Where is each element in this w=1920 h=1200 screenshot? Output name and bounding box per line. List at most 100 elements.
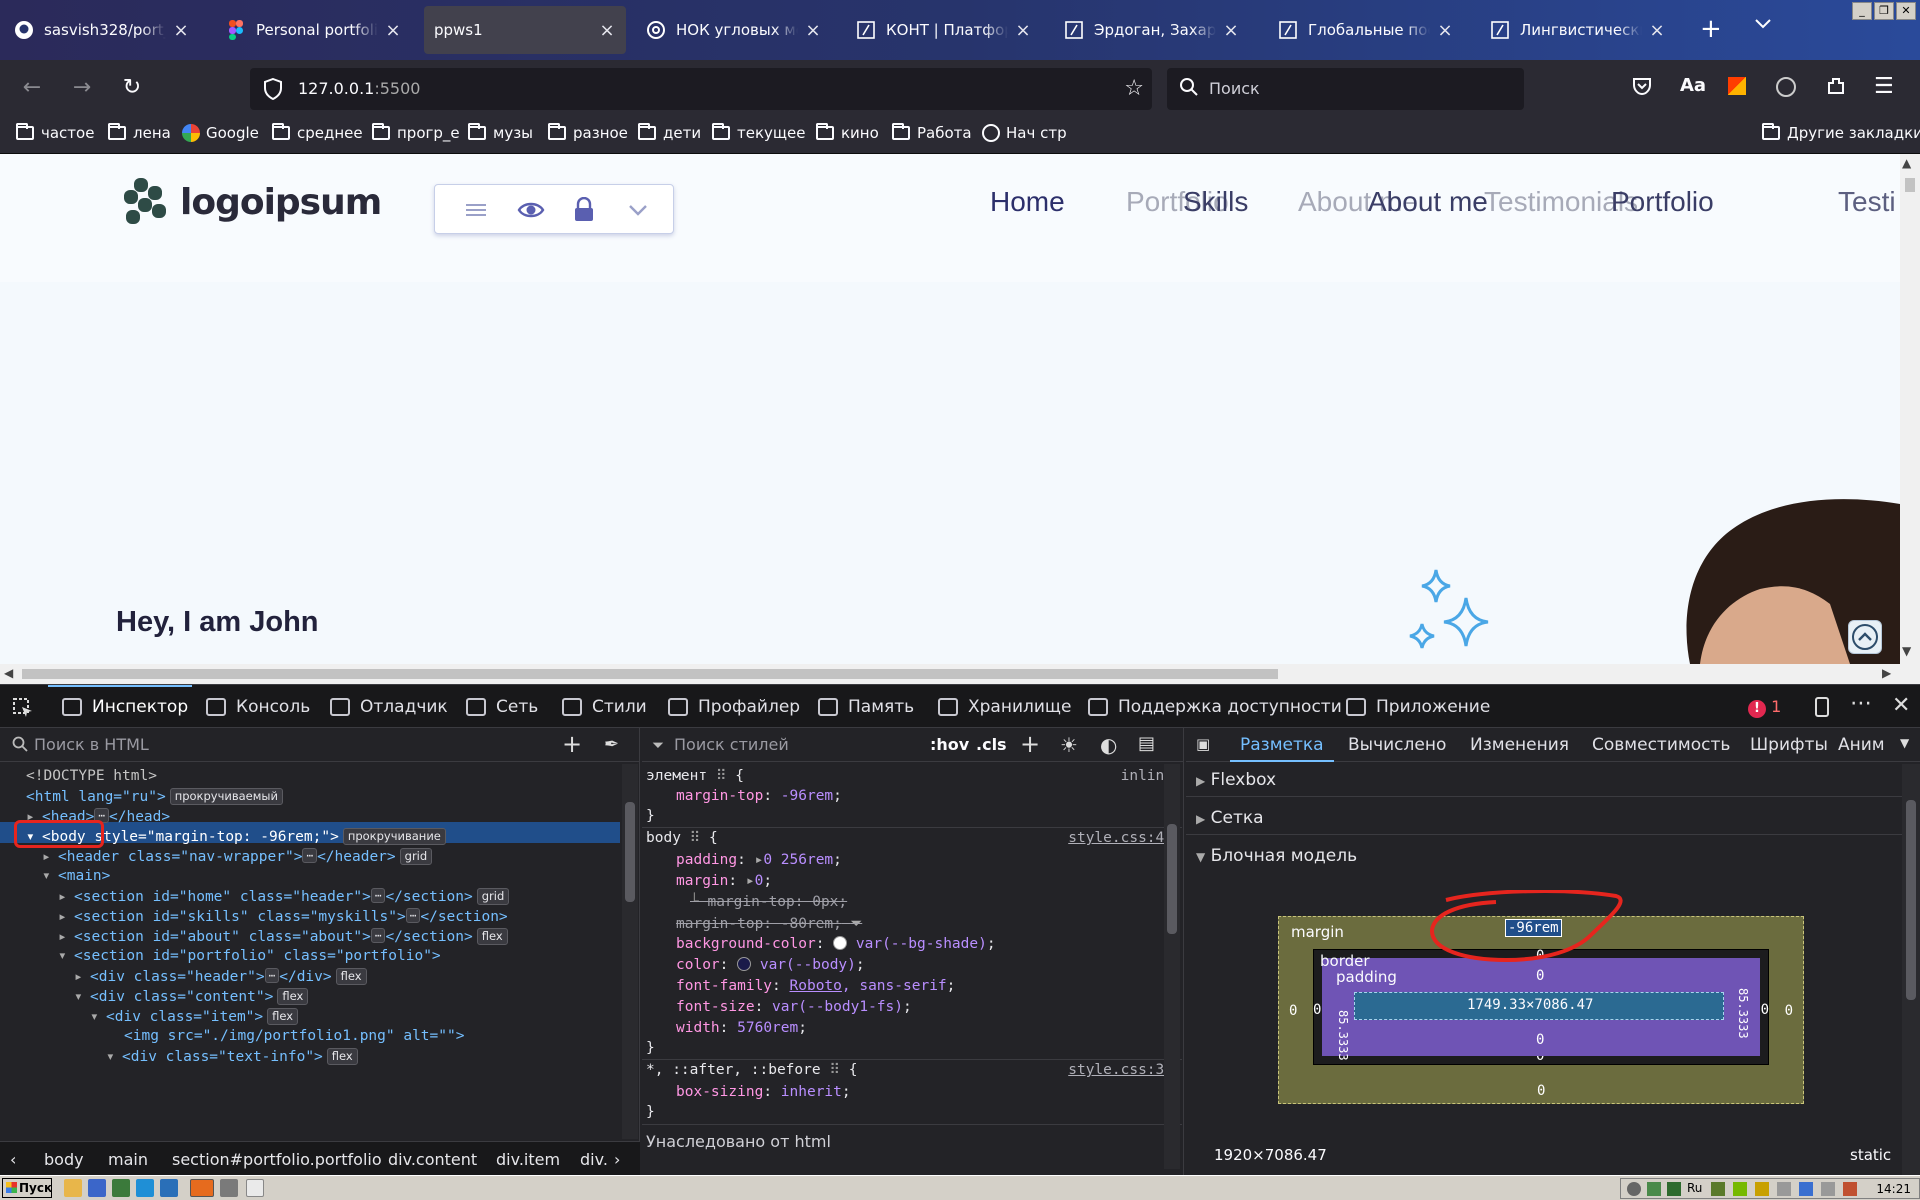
close-tab-icon[interactable]: × <box>1648 20 1666 41</box>
styles-search-input[interactable]: Поиск стилей <box>674 735 789 754</box>
tab-animations[interactable]: Аним <box>1838 735 1885 755</box>
expand-icon[interactable]: ▸ <box>746 873 755 889</box>
tray-icon[interactable] <box>1799 1182 1813 1196</box>
app-icon[interactable] <box>220 1179 238 1197</box>
margin-bottom-value[interactable]: 0 <box>1537 1083 1545 1099</box>
network-tray-icon[interactable] <box>1821 1182 1835 1196</box>
bookmark-folder[interactable]: лена <box>108 123 171 142</box>
close-tab-icon[interactable]: × <box>384 20 402 41</box>
source-link[interactable]: style.css:46 <box>1068 830 1173 846</box>
declaration[interactable]: width: 5760rem; <box>676 1020 807 1036</box>
close-tab-icon[interactable]: × <box>804 20 822 41</box>
browser-tab[interactable]: Эрдоган, Захарова × <box>1054 6 1250 54</box>
eye-icon[interactable] <box>517 197 545 223</box>
collapsed-dots-icon[interactable]: ⋯ <box>264 968 280 983</box>
declaration[interactable]: font-size: var(--body1-fs); <box>676 999 912 1015</box>
html-pane-scrollbar[interactable] <box>622 764 638 1139</box>
tree-node-img[interactable]: <img src="./img/portfolio1.png" alt=""> <box>124 1028 464 1044</box>
close-tab-icon[interactable]: × <box>598 20 616 41</box>
grid-section[interactable]: ▶ Сетка <box>1196 808 1264 828</box>
scroll-left-icon[interactable]: ◀ <box>4 666 13 680</box>
scrollbar-thumb[interactable] <box>625 802 635 902</box>
browser-tab-active[interactable]: ppws1 × <box>424 6 626 54</box>
margin-right-value[interactable]: 0 <box>1785 1003 1793 1019</box>
bookmark-folder[interactable]: кино <box>816 123 879 142</box>
color-swatch[interactable] <box>737 957 752 971</box>
print-media-icon[interactable]: ▤ <box>1138 733 1155 754</box>
layout-scrollbar[interactable] <box>1902 764 1920 1175</box>
nav-link-home[interactable]: Home <box>990 186 1065 218</box>
grid-badge[interactable]: grid <box>476 888 510 905</box>
padding-top-value[interactable]: 0 <box>1536 968 1544 984</box>
declaration[interactable]: margin-top: -96rem; <box>676 788 842 804</box>
grid-toggle-icon[interactable]: ⠿ <box>829 1062 840 1078</box>
nav-link-about[interactable]: About me <box>1368 186 1488 218</box>
url-bar[interactable]: 127.0.0.1:5500 ☆ <box>250 68 1152 110</box>
flex-badge[interactable]: flex <box>277 988 309 1005</box>
lock-icon[interactable] <box>573 196 599 223</box>
tray-icon[interactable] <box>1647 1182 1661 1196</box>
html-search-bar[interactable]: Поиск в HTML + ✒ <box>0 728 640 762</box>
scroll-down-icon[interactable]: ▼ <box>1902 644 1911 658</box>
breadcrumb-item[interactable]: div. <box>580 1150 608 1169</box>
tree-node-section-home[interactable]: ▸ <section id="home" class="header"> ⋯ </se… <box>58 888 510 905</box>
declaration[interactable]: margin: ▸0; <box>676 873 772 889</box>
new-tab-icon[interactable]: + <box>1700 14 1722 44</box>
close-window-icon[interactable]: ✕ <box>1896 2 1916 20</box>
close-tab-icon[interactable]: × <box>1222 20 1240 41</box>
breadcrumb-item[interactable]: div.content <box>388 1150 477 1169</box>
tab-changes[interactable]: Изменения <box>1470 735 1569 755</box>
tree-node-html[interactable]: <html lang="ru"> прокручиваемый <box>26 788 283 805</box>
close-devtools-icon[interactable]: ✕ <box>1892 693 1910 718</box>
browser-tab[interactable]: Глобальные послед × <box>1268 6 1464 54</box>
pick-element-icon[interactable] <box>12 697 34 723</box>
declaration[interactable]: padding: ▸0 256rem; <box>676 852 842 868</box>
scroll-badge[interactable]: прокручиваемый <box>169 788 283 805</box>
dock-icon[interactable] <box>1812 697 1832 721</box>
app-icon[interactable] <box>112 1179 130 1197</box>
restore-icon[interactable]: ❐ <box>1874 2 1894 20</box>
other-bookmarks[interactable]: Другие закладки <box>1762 123 1920 142</box>
bookmark-star-icon[interactable]: ☆ <box>1124 76 1144 101</box>
grid-toggle-icon[interactable]: ⠿ <box>690 830 701 846</box>
tab-console[interactable]: Консоль <box>206 697 310 717</box>
scroll-up-icon[interactable]: ▲ <box>1902 156 1911 170</box>
close-tab-icon[interactable]: × <box>172 20 190 41</box>
tree-node-doctype[interactable]: <!DOCTYPE html> <box>26 768 157 784</box>
tray-icon[interactable] <box>1667 1182 1681 1196</box>
tree-node-div-content[interactable]: ▾ <div class="content"> flex <box>74 988 309 1005</box>
tray-icon[interactable] <box>1711 1182 1725 1196</box>
expand-icon[interactable]: ▸ <box>42 849 58 865</box>
firefox-icon[interactable] <box>190 1179 214 1197</box>
box-model-section[interactable]: ▼ Блочная модель <box>1196 846 1357 866</box>
tree-node-section-portfolio[interactable]: ▾ <section id="portfolio" class="portfoli… <box>58 948 441 964</box>
tree-node-div-header[interactable]: ▸ <div class="header"> ⋯ </div> flex <box>74 968 367 985</box>
cls-toggle[interactable]: .cls <box>976 735 1007 754</box>
bookmark-folder[interactable]: текущее <box>712 123 806 142</box>
start-button[interactable]: Пуск <box>2 1178 52 1198</box>
tree-node-section-about[interactable]: ▸ <section id="about" class="about"> ⋯ </se… <box>58 928 508 945</box>
prop-value[interactable]: -96rem <box>781 788 833 804</box>
extension-icon[interactable] <box>1728 77 1746 95</box>
browser-tab[interactable]: Лингвистический × <box>1480 6 1676 54</box>
source-link[interactable]: style.css:31 <box>1068 1062 1173 1078</box>
tab-styles[interactable]: Стили <box>562 697 647 717</box>
declaration[interactable]: background-color: var(--bg-shade); <box>676 936 996 952</box>
filter-icon[interactable]: ⏷ <box>851 916 863 932</box>
breadcrumb-item[interactable]: div.item <box>496 1150 560 1169</box>
prop-value[interactable]: var(--bg-shade) <box>856 936 987 952</box>
tree-node-header[interactable]: ▸ <header class="nav-wrapper"> ⋯ </header> g… <box>42 848 433 865</box>
browser-tab[interactable]: КОНТ | Платформ × <box>846 6 1042 54</box>
expand-icon[interactable]: ▸ <box>755 852 764 868</box>
notepad-icon[interactable] <box>246 1179 264 1197</box>
overridden-declaration[interactable]: margin-top: -80rem; ⏷ <box>676 916 862 932</box>
bookmark-folder[interactable]: разное <box>548 123 628 142</box>
scrollbar-thumb[interactable] <box>22 669 1278 679</box>
bookmark-folder[interactable]: частое <box>16 123 94 142</box>
flex-badge[interactable]: flex <box>335 968 367 985</box>
tab-application[interactable]: Приложение <box>1346 697 1490 717</box>
chevron-down-icon[interactable] <box>627 197 653 223</box>
box-model-padding[interactable]: padding 0 85.3333 85.3333 0 1749.33×7086… <box>1322 958 1760 1061</box>
prop-value[interactable]: inherit <box>781 1084 842 1100</box>
prop-value[interactable]: 0 <box>755 873 764 889</box>
